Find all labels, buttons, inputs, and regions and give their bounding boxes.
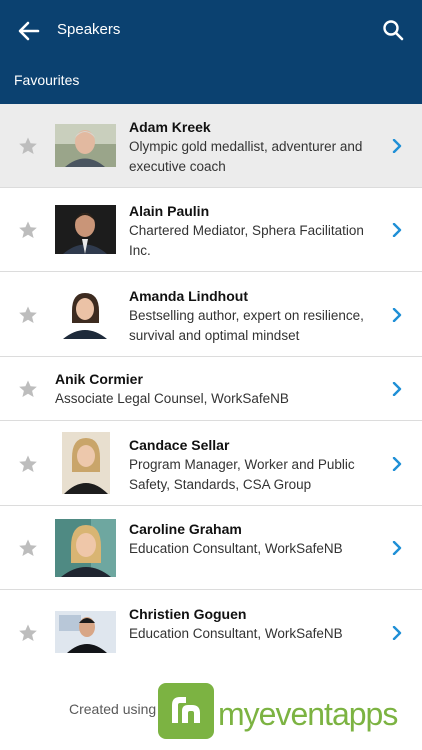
page-title: Speakers — [57, 21, 121, 38]
speaker-photo — [55, 519, 116, 577]
speaker-description: Education Consultant, WorkSafeNB — [129, 541, 343, 556]
speaker-name: Adam Kreek — [129, 119, 211, 135]
chevron-right-icon[interactable] — [392, 308, 402, 322]
speaker-name: Caroline Graham — [129, 521, 242, 537]
speaker-description: Associate Legal Counsel, WorkSafeNB — [55, 391, 289, 406]
speaker-name: Christien Goguen — [129, 606, 247, 622]
list-item[interactable]: Alain Paulin Chartered Mediator, Sphera … — [0, 188, 422, 272]
speaker-name: Alain Paulin — [129, 203, 210, 219]
footer-branding: Created using myeventapps — [0, 674, 422, 750]
speaker-name: Amanda Lindhout — [129, 288, 248, 304]
app-header: Speakers Favourites — [0, 0, 422, 104]
list-item[interactable]: Candace Sellar Program Manager, Worker a… — [0, 421, 422, 506]
list-item[interactable]: Adam Kreek Olympic gold medallist, adven… — [0, 104, 422, 188]
back-arrow-icon[interactable] — [16, 18, 42, 44]
chevron-right-icon[interactable] — [392, 457, 402, 471]
speaker-list: Adam Kreek Olympic gold medallist, adven… — [0, 104, 422, 675]
myeventapps-logo-icon — [158, 683, 214, 739]
speaker-photo — [55, 205, 116, 254]
speaker-photo — [55, 289, 116, 339]
chevron-right-icon[interactable] — [392, 139, 402, 153]
chevron-right-icon[interactable] — [392, 223, 402, 237]
speaker-name: Candace Sellar — [129, 437, 230, 453]
speaker-description: Olympic gold medallist, adventurer and e… — [129, 139, 363, 174]
speaker-description: Education Consultant, WorkSafeNB — [129, 626, 343, 641]
list-item[interactable]: Caroline Graham Education Consultant, Wo… — [0, 506, 422, 590]
chevron-right-icon[interactable] — [392, 626, 402, 640]
chevron-right-icon[interactable] — [392, 382, 402, 396]
star-icon[interactable] — [18, 538, 38, 558]
speaker-description: Chartered Mediator, Sphera Facilitation … — [129, 223, 364, 258]
section-title: Favourites — [14, 72, 80, 88]
star-icon[interactable] — [18, 136, 38, 156]
star-icon[interactable] — [18, 454, 38, 474]
star-icon[interactable] — [18, 623, 38, 643]
speaker-photo — [55, 611, 116, 653]
speaker-description: Bestselling author, expert on resilience… — [129, 308, 364, 343]
star-icon[interactable] — [18, 379, 38, 399]
speaker-name: Anik Cormier — [55, 371, 143, 387]
list-item[interactable]: Christien Goguen Education Consultant, W… — [0, 590, 422, 675]
brand-name: myeventapps — [218, 696, 398, 732]
chevron-right-icon[interactable] — [392, 541, 402, 555]
star-icon[interactable] — [18, 220, 38, 240]
search-icon[interactable] — [382, 19, 404, 41]
speaker-photo — [62, 432, 110, 494]
list-item[interactable]: Anik Cormier Associate Legal Counsel, Wo… — [0, 357, 422, 421]
created-using-label: Created using — [69, 701, 157, 717]
star-icon[interactable] — [18, 305, 38, 325]
list-item[interactable]: Amanda Lindhout Bestselling author, expe… — [0, 272, 422, 357]
speaker-photo — [55, 124, 116, 167]
speaker-description: Program Manager, Worker and Public Safet… — [129, 457, 355, 492]
